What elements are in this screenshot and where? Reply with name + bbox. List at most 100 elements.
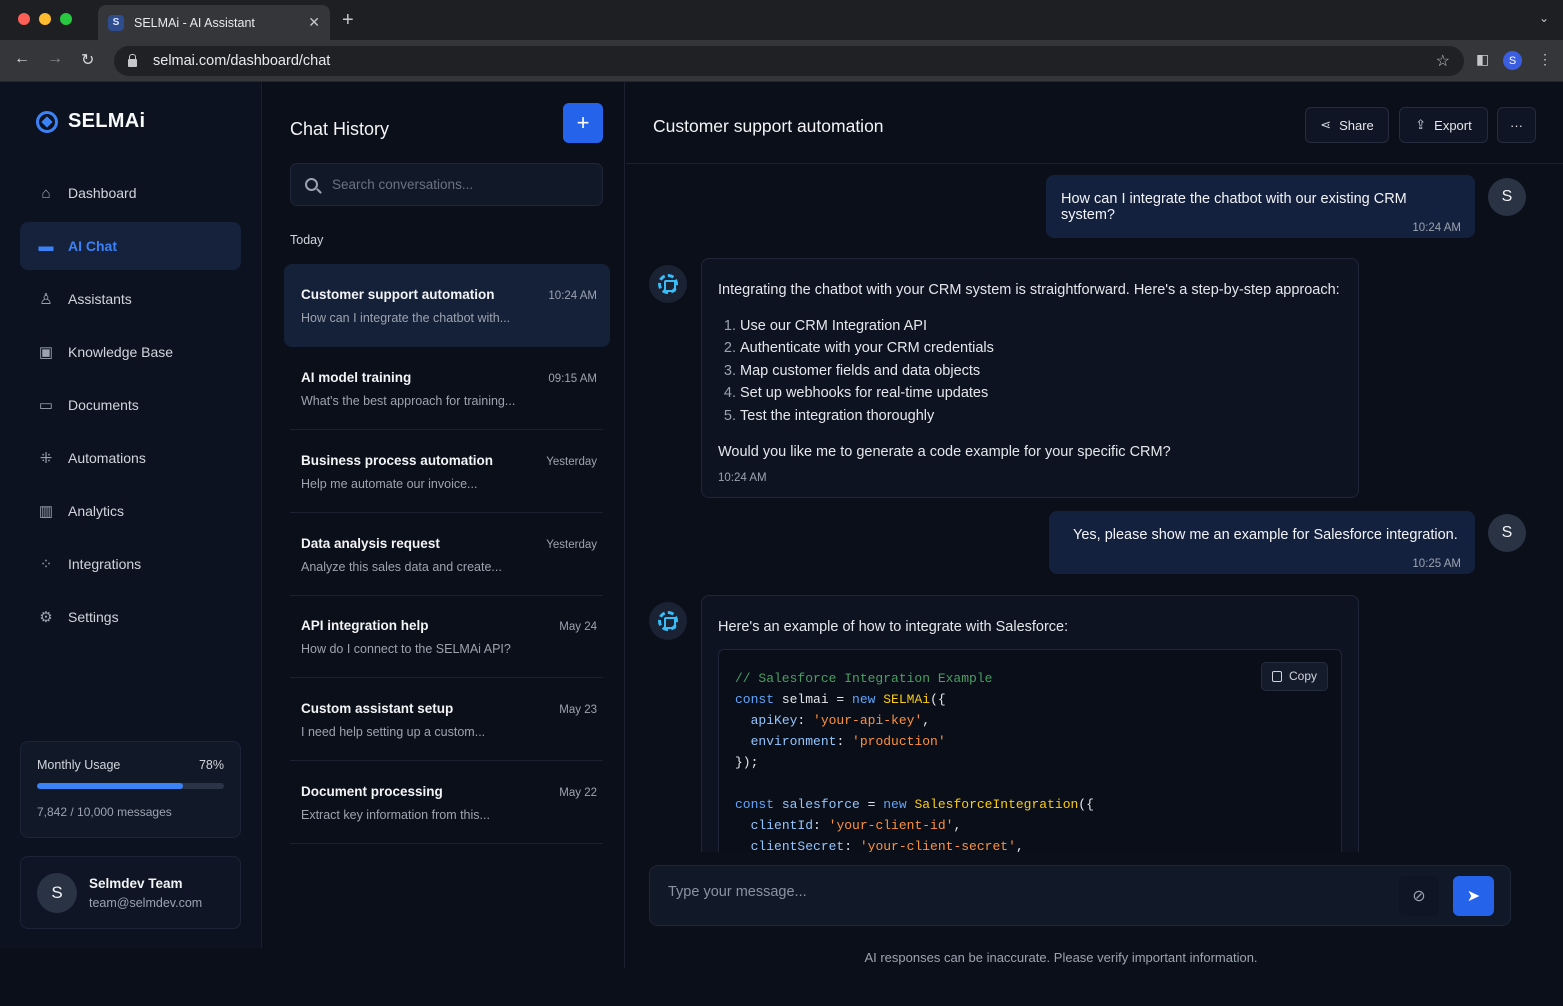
- copy-label: Copy: [1288, 669, 1317, 683]
- back-arrow-icon[interactable]: ←: [14, 50, 30, 68]
- profile-avatar[interactable]: S: [1503, 51, 1522, 70]
- conversation-preview: How can I integrate the chatbot with...: [301, 311, 511, 325]
- browser-tab[interactable]: S SELMAi - AI Assistant ✕: [98, 5, 330, 40]
- step-item: Map customer fields and data objects: [740, 360, 1342, 382]
- lock-icon: [128, 53, 137, 67]
- conversation-time: Yesterday: [546, 539, 597, 551]
- conversation-time: May 22: [559, 787, 597, 799]
- tab-close-icon[interactable]: ✕: [308, 14, 320, 31]
- code-string: 'production': [852, 734, 946, 749]
- code-string: 'your-client-id': [828, 818, 954, 833]
- chat-history-title: Chat History: [290, 119, 390, 139]
- sidebar-item-analytics[interactable]: ▥ Analytics: [20, 487, 241, 535]
- code-block: Copy // Salesforce Integration Example c…: [718, 649, 1342, 852]
- export-icon: ⇪: [1415, 117, 1427, 132]
- send-button[interactable]: ➤: [1453, 876, 1494, 916]
- conversation-item[interactable]: Business process automation Yesterday Help…: [284, 430, 610, 513]
- message-composer: ⊘ ➤: [649, 865, 1511, 926]
- conversation-preview: Extract key information from this...: [301, 808, 490, 822]
- usage-label: Monthly Usage: [37, 758, 121, 772]
- usage-progress-bar: [37, 783, 224, 789]
- bot-gear-icon: [658, 274, 678, 294]
- code-text: });: [735, 755, 759, 770]
- favicon-icon: S: [108, 14, 124, 31]
- conversation-item[interactable]: Custom assistant setup May 23 I need help …: [284, 678, 610, 761]
- assistant-avatar: [649, 602, 687, 640]
- conversation-item[interactable]: Document processing May 22 Extract key inf…: [284, 761, 610, 844]
- home-icon: ⌂: [41, 184, 51, 202]
- tab-search-chevron-icon[interactable]: ⌄: [1539, 11, 1549, 25]
- conversation-title: Business process automation: [301, 453, 494, 468]
- new-tab-button[interactable]: +: [342, 9, 354, 32]
- brand[interactable]: SELMAi: [36, 110, 145, 133]
- tab-title: SELMAi - AI Assistant: [134, 15, 255, 30]
- more-options-button[interactable]: ···: [1497, 107, 1536, 143]
- sidebar-item-knowledge-base[interactable]: ▣ Knowledge Base: [20, 328, 241, 376]
- search-input[interactable]: [332, 177, 582, 192]
- code-function: SELMAi: [883, 692, 931, 707]
- sidebar-item-assistants[interactable]: ♙ Assistants: [20, 275, 241, 323]
- send-icon: ➤: [1466, 888, 1481, 905]
- conversation-item[interactable]: Customer support automation 10:24 AM How c…: [284, 264, 610, 347]
- chat-history-panel: Chat History + Today Customer support au…: [262, 82, 625, 968]
- conversation-time: May 24: [559, 621, 597, 633]
- share-icon: ⋖: [1320, 117, 1332, 132]
- sidebar-item-dashboard[interactable]: ⌂ Dashboard: [20, 169, 241, 217]
- sidebar-item-documents[interactable]: ▭ Documents: [20, 381, 241, 429]
- copy-icon: [1271, 671, 1282, 682]
- code-text: selmai =: [774, 692, 853, 707]
- bot-gear-icon: [658, 611, 678, 631]
- browser-menu-icon[interactable]: ⋮: [1538, 51, 1552, 68]
- copy-code-button[interactable]: Copy: [1260, 662, 1328, 691]
- conversation-preview: Help me automate our invoice...: [301, 477, 478, 491]
- reload-icon[interactable]: ↻: [81, 50, 94, 70]
- export-button[interactable]: ⇪ Export: [1399, 107, 1488, 143]
- url-text: selmai.com/dashboard/chat: [153, 53, 331, 69]
- user-message-avatar: S: [1488, 514, 1526, 552]
- sidebar-item-label: Integrations: [68, 556, 142, 572]
- message-input[interactable]: [668, 884, 1368, 900]
- assistant-message: Integrating the chatbot with your CRM sy…: [701, 258, 1359, 498]
- code-string: 'your-client-secret': [859, 839, 1016, 852]
- code-function: SalesforceIntegration: [914, 797, 1079, 812]
- share-button[interactable]: ⋖ Share: [1305, 107, 1389, 143]
- search-box: [290, 163, 603, 206]
- search-icon: [305, 178, 318, 191]
- maximize-window-button[interactable]: [60, 13, 72, 25]
- conversation-item[interactable]: API integration help May 24 How do I conne…: [284, 595, 610, 678]
- sidebar-item-automations[interactable]: ⁜ Automations: [20, 434, 241, 482]
- sidebar-item-label: Analytics: [68, 503, 125, 519]
- conversation-item[interactable]: Data analysis request Yesterday Analyze th…: [284, 513, 610, 596]
- sidebar-item-integrations[interactable]: ⁘ Integrations: [20, 540, 241, 588]
- sidebar-item-ai-chat[interactable]: ▬ AI Chat: [20, 222, 241, 270]
- conversation-title: Customer support automation: [653, 116, 884, 136]
- sidebar-item-label: Dashboard: [68, 185, 137, 201]
- user-message: Yes, please show me an example for Sales…: [1049, 511, 1475, 574]
- export-label: Export: [1434, 117, 1472, 133]
- conversation-title: Document processing: [301, 784, 443, 799]
- address-bar[interactable]: selmai.com/dashboard/chat ☆: [114, 46, 1464, 76]
- new-chat-button[interactable]: +: [563, 103, 603, 143]
- bookmark-star-icon[interactable]: ☆: [1436, 51, 1450, 71]
- conversation-item[interactable]: AI model training 09:15 AM What's the best…: [284, 347, 610, 430]
- attach-button[interactable]: ⊘: [1399, 876, 1439, 916]
- forward-arrow-icon[interactable]: →: [47, 50, 63, 68]
- message-text: Integrating the chatbot with your CRM sy…: [718, 282, 1340, 298]
- sidebar-item-settings[interactable]: ⚙ Settings: [20, 593, 241, 641]
- user-message-avatar: S: [1488, 178, 1526, 216]
- sidebar-item-label: Automations: [68, 450, 146, 466]
- user-email: team@selmdev.com: [89, 895, 203, 910]
- code-text: ({: [1078, 797, 1094, 812]
- automation-icon: ⁜: [39, 450, 53, 467]
- side-panel-icon[interactable]: ◧: [1476, 51, 1489, 68]
- conversation-title: AI model training: [301, 370, 412, 385]
- user-profile-card[interactable]: S Selmdev Team team@selmdev.com: [20, 856, 241, 929]
- user-message: How can I integrate the chatbot with our…: [1046, 175, 1475, 238]
- usage-detail: 7,842 / 10,000 messages: [37, 805, 172, 819]
- minimize-window-button[interactable]: [39, 13, 51, 25]
- share-label: Share: [1339, 117, 1374, 133]
- close-window-button[interactable]: [18, 13, 30, 25]
- steps-list: Use our CRM Integration API Authenticate…: [718, 315, 1342, 427]
- sidebar-item-label: Documents: [68, 397, 139, 413]
- step-item: Authenticate with your CRM credentials: [740, 337, 1342, 359]
